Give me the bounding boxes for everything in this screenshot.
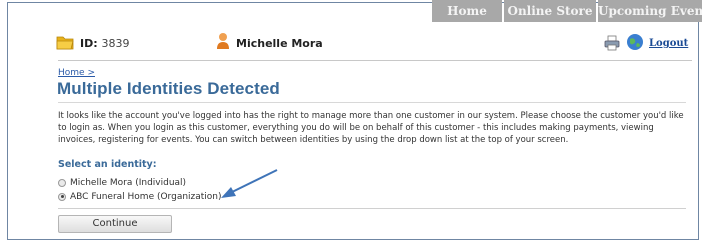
user-name: Michelle Mora	[236, 37, 323, 50]
user-icon	[217, 33, 229, 49]
breadcrumb[interactable]: Home >	[58, 68, 95, 78]
id-label: ID:	[80, 37, 98, 50]
folder-icon	[56, 36, 74, 50]
identity-option-label: Michelle Mora (Individual)	[70, 178, 187, 188]
continue-button[interactable]: Continue	[58, 215, 172, 233]
top-navigation: Home Online Store Upcoming Events	[0, 0, 702, 22]
select-identity-label: Select an identity:	[58, 159, 157, 170]
identity-option-label: ABC Funeral Home (Organization)	[70, 192, 222, 202]
identity-option-organization[interactable]: ABC Funeral Home (Organization)	[58, 192, 222, 202]
radio-organization[interactable]	[58, 192, 66, 201]
title-divider	[58, 102, 686, 103]
header-divider	[58, 60, 692, 61]
options-divider	[58, 208, 686, 209]
account-id: ID: 3839	[80, 37, 129, 50]
page-title: Multiple Identities Detected	[57, 79, 280, 98]
identity-option-individual[interactable]: Michelle Mora (Individual)	[58, 178, 186, 188]
radio-individual[interactable]	[58, 178, 66, 187]
tab-home[interactable]: Home	[432, 0, 502, 22]
identity-description: It looks like the account you've logged …	[58, 111, 684, 145]
logout-link[interactable]: Logout	[649, 38, 688, 49]
print-icon[interactable]	[604, 35, 620, 51]
account-header: ID: 3839 Michelle Mora Logout	[8, 33, 692, 62]
globe-icon[interactable]	[626, 33, 644, 51]
id-value: 3839	[101, 37, 130, 50]
tab-upcoming-events[interactable]: Upcoming Events	[598, 0, 702, 22]
tab-online-store[interactable]: Online Store	[504, 0, 596, 22]
